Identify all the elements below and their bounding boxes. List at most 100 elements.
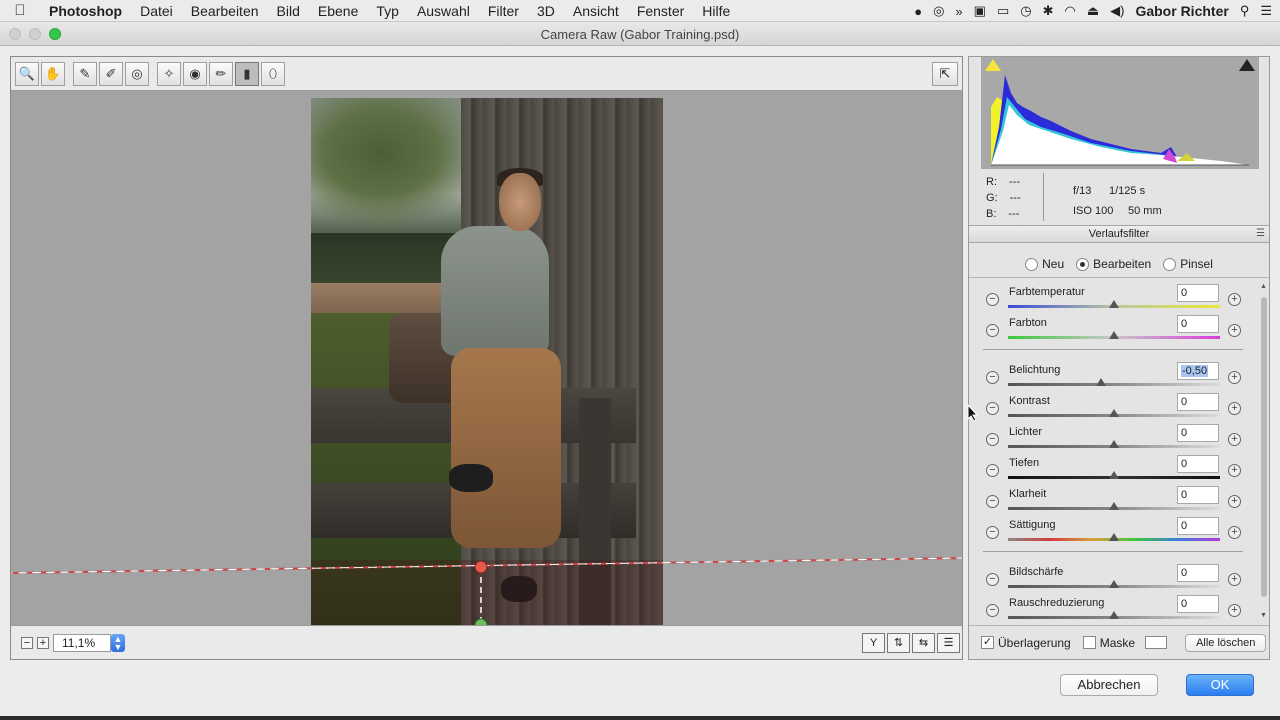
decrease-belichtung-icon[interactable]: −: [986, 371, 999, 384]
decrease-saettigung-icon[interactable]: −: [986, 526, 999, 539]
decrease-farbtemperatur-icon[interactable]: −: [986, 293, 999, 306]
decrease-kontrast-icon[interactable]: −: [986, 402, 999, 415]
scroll-thumb[interactable]: [1261, 297, 1267, 597]
saettigung-value-field[interactable]: 0: [1177, 517, 1219, 535]
menu-bearbeiten[interactable]: Bearbeiten: [182, 3, 268, 19]
image-canvas[interactable]: [11, 91, 962, 625]
mode-bearbeiten-radio[interactable]: Bearbeiten: [1076, 257, 1151, 271]
rauschreduzierung-value-field[interactable]: 0: [1177, 595, 1219, 613]
decrease-bildschaerfe-icon[interactable]: −: [986, 573, 999, 586]
increase-bildschaerfe-icon[interactable]: +: [1228, 573, 1241, 586]
panel-menu-icon[interactable]: ☰: [1256, 226, 1265, 242]
hat-icon[interactable]: ●: [914, 4, 922, 19]
zoom-stepper-icon[interactable]: ▲ ▼: [111, 634, 125, 652]
user-name[interactable]: Gabor Richter: [1135, 3, 1228, 19]
spotlight-search-icon[interactable]: ⚲: [1240, 3, 1250, 19]
belichtung-value-field[interactable]: -0,50: [1177, 362, 1219, 380]
mode-neu-radio[interactable]: Neu: [1025, 257, 1064, 271]
mask-color-swatch[interactable]: [1145, 636, 1168, 649]
eject-icon[interactable]: ⏏: [1087, 3, 1099, 19]
decrease-tiefen-icon[interactable]: −: [986, 464, 999, 477]
farbton-thumb[interactable]: [1109, 331, 1119, 339]
menu-auswahl[interactable]: Auswahl: [408, 3, 479, 19]
ok-button[interactable]: OK: [1186, 674, 1254, 696]
display-icon[interactable]: ▣: [974, 3, 986, 19]
spot-removal-tool-button[interactable]: ✧: [157, 62, 181, 86]
zoom-in-button[interactable]: +: [37, 637, 49, 649]
rauschreduzierung-thumb[interactable]: [1109, 611, 1119, 619]
belichtung-track[interactable]: [1008, 383, 1220, 386]
menu-ansicht[interactable]: Ansicht: [564, 3, 628, 19]
notification-center-icon[interactable]: ☰: [1260, 3, 1272, 19]
increase-saettigung-icon[interactable]: +: [1228, 526, 1241, 539]
menu-datei[interactable]: Datei: [131, 3, 182, 19]
swap-settings-icon[interactable]: ⇅: [887, 633, 910, 653]
menu-3d[interactable]: 3D: [528, 3, 564, 19]
radial-filter-tool-button[interactable]: ⬯: [261, 62, 285, 86]
fullscreen-toggle-button[interactable]: ⇱: [932, 62, 958, 86]
apple-menu-icon[interactable]: : [0, 2, 40, 19]
increase-klarheit-icon[interactable]: +: [1228, 495, 1241, 508]
increase-rauschreduzierung-icon[interactable]: +: [1228, 604, 1241, 617]
bildschaerfe-thumb[interactable]: [1109, 580, 1119, 588]
zoom-out-button[interactable]: −: [21, 637, 33, 649]
panel-scrollbar[interactable]: ▲ ▼: [1260, 283, 1268, 619]
belichtung-thumb[interactable]: [1096, 378, 1107, 386]
forward-icon[interactable]: »: [955, 4, 962, 19]
copy-settings-icon[interactable]: ⇆: [912, 633, 935, 653]
target-adjust-tool-button[interactable]: ◎: [125, 62, 149, 86]
lichter-thumb[interactable]: [1109, 440, 1119, 448]
overlay-checkbox[interactable]: ✓: [981, 636, 994, 649]
menu-hilfe[interactable]: Hilfe: [693, 3, 739, 19]
decrease-lichter-icon[interactable]: −: [986, 433, 999, 446]
farbtemperatur-value-field[interactable]: 0: [1177, 284, 1219, 302]
increase-kontrast-icon[interactable]: +: [1228, 402, 1241, 415]
white-balance-tool-button[interactable]: ✎: [73, 62, 97, 86]
farbton-value-field[interactable]: 0: [1177, 315, 1219, 333]
cancel-button[interactable]: Abbrechen: [1060, 674, 1158, 696]
kontrast-value-field[interactable]: 0: [1177, 393, 1219, 411]
menu-ebene[interactable]: Ebene: [309, 3, 367, 19]
photo-preview[interactable]: [311, 98, 663, 625]
scroll-up-icon[interactable]: ▲: [1260, 283, 1267, 290]
bildschaerfe-value-field[interactable]: 0: [1177, 564, 1219, 582]
scroll-down-icon[interactable]: ▼: [1260, 612, 1267, 619]
lichter-value-field[interactable]: 0: [1177, 424, 1219, 442]
menu-bild[interactable]: Bild: [268, 3, 309, 19]
zoom-level-field[interactable]: 11,1%: [53, 634, 111, 652]
wifi-icon[interactable]: ◠: [1064, 3, 1075, 19]
airplay-icon[interactable]: ▭: [997, 3, 1009, 19]
adjustment-brush-tool-button[interactable]: ✏: [209, 62, 233, 86]
red-eye-tool-button[interactable]: ◉: [183, 62, 207, 86]
klarheit-thumb[interactable]: [1109, 502, 1119, 510]
volume-icon[interactable]: ◀): [1110, 3, 1124, 19]
creative-cloud-icon[interactable]: ◎: [933, 3, 944, 19]
before-after-icon[interactable]: Y: [862, 633, 885, 653]
decrease-farbton-icon[interactable]: −: [986, 324, 999, 337]
increase-lichter-icon[interactable]: +: [1228, 433, 1241, 446]
mode-pinsel-radio[interactable]: Pinsel: [1163, 257, 1213, 271]
time-machine-icon[interactable]: ◷: [1020, 3, 1031, 19]
graduated-filter-tool-button[interactable]: ▮: [235, 62, 259, 86]
farbtemperatur-thumb[interactable]: [1109, 300, 1119, 308]
menu-typ[interactable]: Typ: [367, 3, 408, 19]
increase-tiefen-icon[interactable]: +: [1228, 464, 1241, 477]
color-sampler-tool-button[interactable]: ✐: [99, 62, 123, 86]
preview-settings-icon[interactable]: ☰: [937, 633, 960, 653]
menu-fenster[interactable]: Fenster: [628, 3, 693, 19]
mask-checkbox[interactable]: [1082, 636, 1096, 649]
decrease-rauschreduzierung-icon[interactable]: −: [986, 604, 999, 617]
menu-filter[interactable]: Filter: [479, 3, 528, 19]
tiefen-thumb[interactable]: [1109, 471, 1119, 479]
klarheit-value-field[interactable]: 0: [1177, 486, 1219, 504]
kontrast-thumb[interactable]: [1109, 409, 1119, 417]
tiefen-value-field[interactable]: 0: [1177, 455, 1219, 473]
hand-tool-button[interactable]: ✋: [41, 62, 65, 86]
increase-farbtemperatur-icon[interactable]: +: [1228, 293, 1241, 306]
saettigung-thumb[interactable]: [1109, 533, 1119, 541]
increase-farbton-icon[interactable]: +: [1228, 324, 1241, 337]
decrease-klarheit-icon[interactable]: −: [986, 495, 999, 508]
clear-all-button[interactable]: Alle löschen: [1185, 633, 1267, 652]
bluetooth-icon[interactable]: ✱: [1043, 3, 1054, 19]
menu-app-photoshop[interactable]: Photoshop: [40, 3, 131, 19]
